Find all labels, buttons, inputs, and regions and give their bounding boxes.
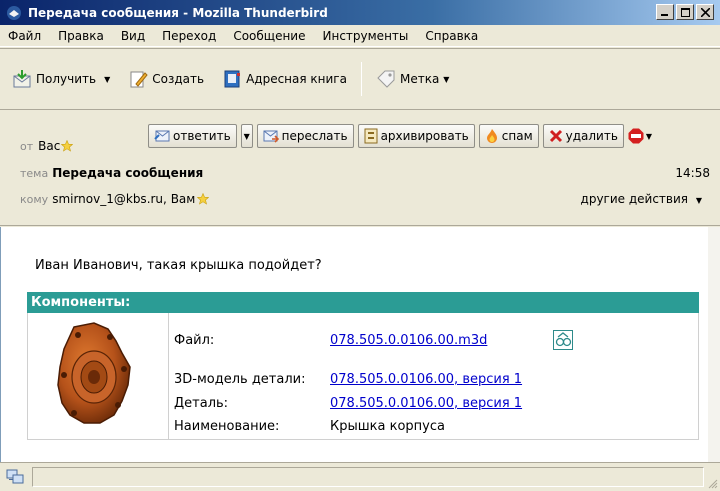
part-label: Деталь: <box>174 396 229 411</box>
from-value[interactable]: Вас <box>38 139 60 153</box>
to-label: кому <box>20 192 49 206</box>
create-label: Создать <box>152 72 205 86</box>
resize-grip-icon[interactable] <box>706 477 718 489</box>
part-preview-image <box>57 322 131 424</box>
close-button[interactable] <box>696 4 714 20</box>
menu-view[interactable]: Вид <box>121 29 145 43</box>
thunderbird-icon <box>7 5 21 20</box>
get-mail-label: Получить <box>36 72 97 86</box>
view-3d-icon[interactable] <box>553 330 573 350</box>
to-self[interactable]: Вам <box>171 192 196 206</box>
menu-file[interactable]: Файл <box>8 29 41 43</box>
get-mail-icon <box>13 70 31 88</box>
window-title: Передача сообщения - Mozilla Thunderbird <box>28 5 328 20</box>
components-table: Файл: 078.505.0.0106.00.m3d 3D-модель де… <box>27 313 699 440</box>
app-window: Передача сообщения - Mozilla Thunderbird… <box>0 0 720 491</box>
address-book-button[interactable]: Адресная книга <box>218 62 351 96</box>
header-action-buttons: ответить ▼ переслать архивировать спам у… <box>148 124 652 148</box>
menu-edit[interactable]: Правка <box>58 29 104 43</box>
other-actions-button[interactable]: другие действия ▼ <box>581 192 702 206</box>
tag-button[interactable]: Метка ▼ <box>372 62 453 96</box>
reply-button[interactable]: ответить <box>148 124 237 148</box>
archive-icon <box>364 128 378 144</box>
forward-label: переслать <box>281 129 348 143</box>
get-mail-dropdown[interactable]: ▼ <box>104 75 110 84</box>
address-book-icon <box>224 70 241 88</box>
chevron-down-icon: ▼ <box>695 196 702 205</box>
message-time: 14:58 <box>675 166 710 180</box>
star-icon[interactable] <box>61 140 74 152</box>
spam-label: спам <box>501 129 533 143</box>
get-mail-button[interactable]: Получить ▼ <box>8 62 114 96</box>
model-label: 3D-модель детали: <box>174 372 306 387</box>
reply-icon <box>154 130 170 142</box>
main-toolbar: Получить ▼ Создать Адресная книга Метка … <box>0 48 720 110</box>
adblock-dropdown[interactable]: ▼ <box>646 132 652 141</box>
other-actions-label: другие действия <box>580 192 689 206</box>
from-row: от Вас <box>20 139 74 153</box>
to-address[interactable]: smirnov_1@kbs.ru <box>52 192 163 206</box>
name-label: Наименование: <box>174 419 280 434</box>
file-label: Файл: <box>174 333 215 348</box>
menu-message[interactable]: Сообщение <box>233 29 305 43</box>
name-value: Крышка корпуса <box>330 419 445 434</box>
spam-button[interactable]: спам <box>478 124 539 148</box>
title-bar[interactable]: Передача сообщения - Mozilla Thunderbird <box>0 0 720 25</box>
close-icon <box>700 7 710 17</box>
components-header: Компоненты: <box>27 292 699 313</box>
message-header: от Вас ответить ▼ переслать архивировать… <box>0 112 720 226</box>
tag-dropdown[interactable]: ▼ <box>443 75 449 84</box>
menu-help[interactable]: Справка <box>425 29 478 43</box>
vertical-scrollbar[interactable] <box>708 227 720 462</box>
recipient-row: кому smirnov_1@kbs.ru , Вам другие дейст… <box>20 192 702 206</box>
subject-value: Передача сообщения <box>52 166 204 180</box>
adblock-icon <box>628 128 644 144</box>
create-button[interactable]: Создать <box>124 62 208 96</box>
flame-icon <box>486 129 497 143</box>
toolbar-separator <box>360 62 362 96</box>
maximize-button[interactable] <box>676 4 694 20</box>
minimize-icon <box>661 14 668 16</box>
star-icon[interactable] <box>197 193 210 205</box>
menu-bar: Файл Правка Вид Переход Сообщение Инстру… <box>0 25 720 47</box>
online-status-icon[interactable] <box>6 469 24 485</box>
write-icon <box>130 71 148 88</box>
reply-label: ответить <box>173 129 231 143</box>
adblock-button[interactable]: ▼ <box>628 128 652 144</box>
delete-icon <box>549 129 562 143</box>
part-link[interactable]: 078.505.0.0106.00, версия 1 <box>330 396 522 411</box>
delete-label: удалить <box>565 129 618 143</box>
forward-icon <box>263 130 279 143</box>
from-label: от <box>20 139 34 153</box>
subject-label: тема <box>20 166 49 180</box>
reply-dropdown[interactable]: ▼ <box>240 124 253 148</box>
archive-label: архивировать <box>380 129 469 143</box>
tag-label: Метка <box>399 72 440 86</box>
table-divider <box>168 313 169 440</box>
tag-icon <box>377 70 395 88</box>
message-text: Иван Иванович, такая крышка подойдет? <box>35 258 322 273</box>
status-bar <box>0 462 720 491</box>
menu-tools[interactable]: Инструменты <box>323 29 409 43</box>
address-book-label: Адресная книга <box>246 72 347 86</box>
status-panel <box>32 467 704 487</box>
maximize-icon <box>680 7 690 17</box>
archive-button[interactable]: архивировать <box>357 124 475 148</box>
forward-button[interactable]: переслать <box>256 124 354 148</box>
menu-go[interactable]: Переход <box>162 29 216 43</box>
minimize-button[interactable] <box>656 4 674 20</box>
message-body: Иван Иванович, такая крышка подойдет? Ко… <box>0 227 708 462</box>
subject-row: тема Передача сообщения 14:58 <box>20 166 710 180</box>
model-link[interactable]: 078.505.0.0106.00, версия 1 <box>330 372 522 387</box>
file-link[interactable]: 078.505.0.0106.00.m3d <box>330 333 487 348</box>
delete-button[interactable]: удалить <box>542 124 624 148</box>
